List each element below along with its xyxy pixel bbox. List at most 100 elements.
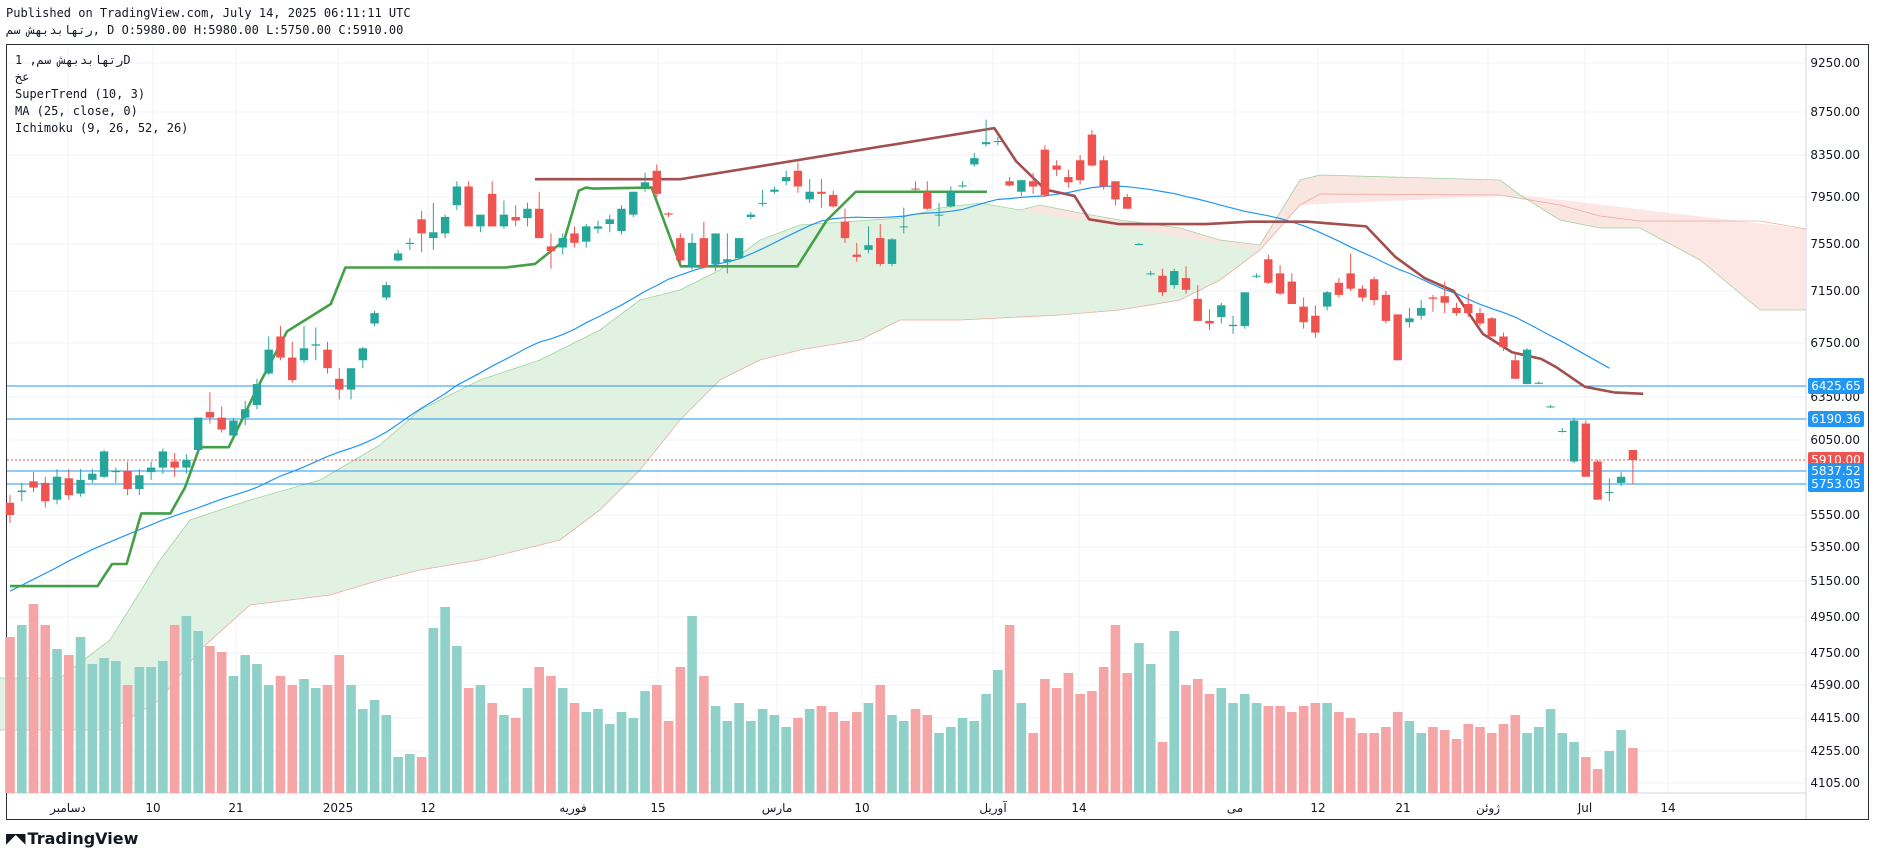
- y-tick-label: 5150.00: [1810, 574, 1860, 588]
- candle-body: [370, 313, 379, 324]
- candle-body: [699, 238, 709, 268]
- volume-bar: [487, 703, 497, 793]
- volume-bar: [1251, 703, 1262, 793]
- volume-bar: [452, 646, 462, 793]
- volume-bar: [1510, 715, 1521, 793]
- price-chart[interactable]: 9250.00 8750.00 8350.00 7950.00 7550.00 7150.…: [0, 0, 1878, 858]
- volume-bar: [75, 637, 86, 793]
- legend-symbol[interactable]: رتهابدبهش سم, 1D: [15, 52, 188, 69]
- volume-bar: [16, 625, 27, 793]
- candle-body: [182, 460, 191, 468]
- candle-body: [1417, 307, 1426, 316]
- candle-body: [629, 191, 638, 215]
- volume-bar: [793, 718, 803, 793]
- candle-body: [511, 216, 520, 221]
- candle-body: [193, 417, 203, 450]
- volume-bar: [699, 676, 709, 793]
- candle-body: [276, 336, 285, 358]
- x-tick-label: Jul: [1577, 801, 1592, 815]
- x-tick-label: 21: [1395, 801, 1410, 815]
- candle-body: [64, 478, 73, 496]
- candle-body: [1017, 180, 1026, 192]
- candle-body: [1240, 292, 1249, 327]
- candle-body: [1511, 360, 1520, 379]
- candle-body: [1593, 461, 1602, 500]
- candle-body: [723, 259, 732, 262]
- candle-body: [1346, 273, 1355, 289]
- y-tick-label: 4590.00: [1810, 678, 1860, 692]
- candle-body: [781, 177, 791, 182]
- price-badge: 6425.65: [1808, 378, 1864, 394]
- volume-bar: [1181, 685, 1191, 793]
- candle-body: [1252, 275, 1261, 277]
- legend-supertrend[interactable]: SuperTrend (10, 3): [15, 86, 188, 103]
- candle-body: [970, 158, 979, 165]
- candle-body: [852, 254, 861, 257]
- volume-bar: [804, 709, 815, 793]
- volume-bar: [1592, 769, 1603, 793]
- candle-body: [311, 344, 320, 346]
- volume-bar: [946, 727, 956, 793]
- candle-body: [934, 214, 944, 216]
- candle-body: [1287, 281, 1297, 304]
- volume-bar: [1075, 694, 1085, 793]
- y-tick-label: 4255.00: [1810, 744, 1860, 758]
- candle-body: [417, 219, 426, 234]
- volume-bar: [1028, 733, 1038, 793]
- volume-bar: [557, 688, 568, 793]
- candle-body: [241, 409, 250, 418]
- candle-body: [1581, 423, 1591, 477]
- candle-body: [711, 233, 720, 264]
- volume-bar: [1157, 742, 1168, 793]
- x-tick-label: 12: [420, 801, 435, 815]
- volume-bar: [675, 667, 686, 793]
- candle-body: [41, 482, 50, 502]
- candle-body: [452, 186, 462, 206]
- volume-bar: [1216, 688, 1227, 793]
- candle-body: [440, 216, 450, 234]
- legend-ichimoku[interactable]: Ichimoku (9, 26, 52, 26): [15, 120, 188, 137]
- x-tick-label: 10: [145, 801, 160, 815]
- candle-body: [1605, 492, 1614, 494]
- volume-bar: [1404, 721, 1415, 793]
- tradingview-brand[interactable]: ◤◥ TradingView: [6, 829, 138, 848]
- candle-body: [346, 368, 356, 390]
- volume-bar: [5, 637, 15, 793]
- volume-bar: [499, 715, 509, 793]
- candle-body: [158, 451, 168, 468]
- candle-body: [1358, 288, 1367, 298]
- chart-legend: رتهابدبهش سم, 1D عخ SuperTrend (10, 3) M…: [15, 52, 188, 137]
- candle-body: [593, 226, 603, 229]
- candle-body: [382, 285, 391, 298]
- volume-bar: [146, 667, 156, 793]
- volume-bar: [663, 721, 674, 793]
- volume-bar: [957, 718, 968, 793]
- candle-body: [499, 214, 509, 227]
- candle-body: [229, 420, 238, 436]
- volume-bar: [1628, 748, 1638, 793]
- candle-body: [1146, 273, 1155, 275]
- candle-body: [358, 348, 367, 361]
- candle-body: [570, 233, 579, 243]
- brand-name: TradingView: [27, 829, 139, 848]
- volume-bar: [334, 655, 345, 793]
- volume-bar: [569, 703, 580, 793]
- candle-body: [135, 475, 144, 490]
- candle-body: [1075, 160, 1085, 181]
- candle-body: [288, 357, 297, 381]
- legend-ma[interactable]: MA (25, close, 0): [15, 103, 188, 120]
- y-tick-label: 7150.00: [1810, 284, 1860, 298]
- volume-bar: [1298, 706, 1309, 793]
- volume-bar: [628, 718, 639, 793]
- candle-body: [1334, 282, 1344, 295]
- volume-bar: [169, 625, 180, 793]
- volume-bar: [616, 712, 627, 793]
- volume-bar: [181, 616, 192, 793]
- candle-body: [793, 170, 803, 187]
- y-tick-label: 8750.00: [1810, 105, 1860, 119]
- candle-body: [523, 208, 532, 219]
- candle-body: [993, 141, 1003, 143]
- candle-body: [1428, 297, 1438, 299]
- volume-bar: [1098, 667, 1109, 793]
- volume-bar: [816, 706, 827, 793]
